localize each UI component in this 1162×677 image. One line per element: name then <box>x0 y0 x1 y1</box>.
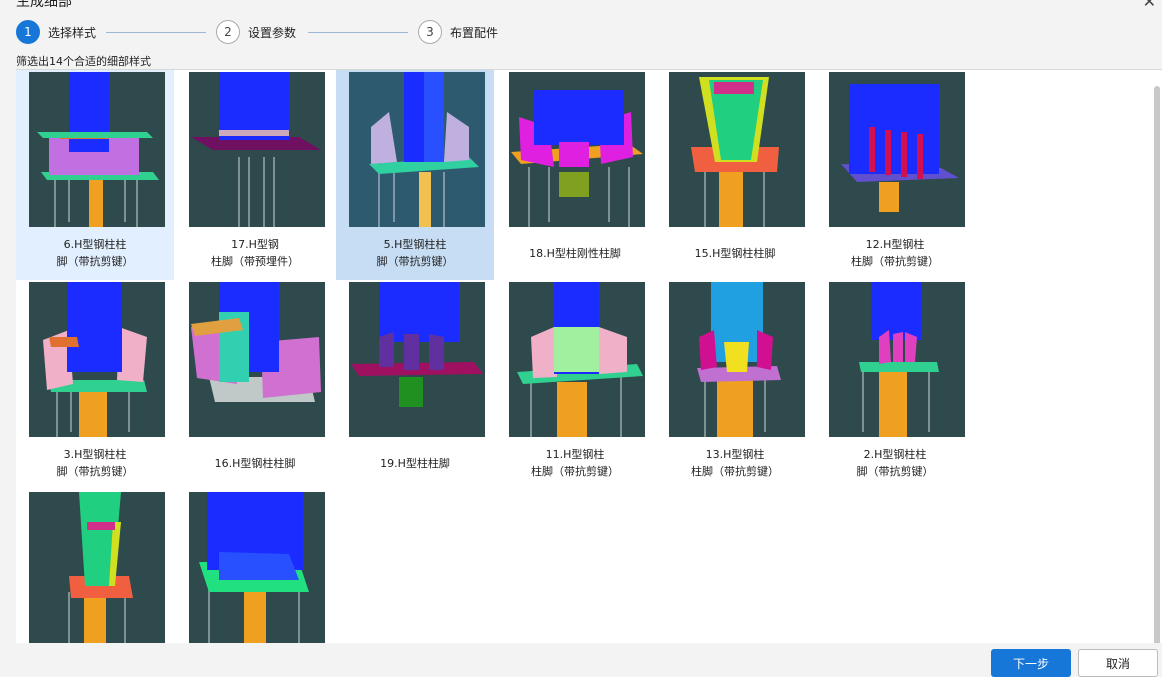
style-card-label: 2.H型钢柱柱 脚（带抗剪键） <box>856 448 934 478</box>
filter-result-text: 筛选出14个合适的细部样式 <box>16 55 151 68</box>
style-card-17[interactable]: 17.H型钢 柱脚（带预埋件） <box>176 70 334 280</box>
window-title: 生成细部 <box>16 0 72 10</box>
style-card-label: 13.H型钢柱 柱脚（带抗剪键） <box>691 448 779 478</box>
style-card-16[interactable]: 16.H型钢柱柱脚 <box>176 280 334 490</box>
column-base-inclined-thumbnail <box>29 492 165 643</box>
column-base-16-thumbnail <box>189 282 325 437</box>
column-base-12-thumbnail <box>829 72 965 227</box>
style-card-15[interactable]: 15.H型钢柱柱脚 <box>656 70 814 280</box>
column-base-19-thumbnail <box>349 282 485 437</box>
style-card-6[interactable]: 6.H型钢柱柱 脚（带抗剪键） <box>16 70 174 280</box>
column-base-2-thumbnail <box>829 282 965 437</box>
close-icon[interactable]: ✕ <box>1143 0 1156 11</box>
style-card-label: 5.H型钢柱柱 脚（带抗剪键） <box>376 238 454 268</box>
step-connector <box>106 32 206 33</box>
style-card-3[interactable]: 3.H型钢柱柱 脚（带抗剪键） <box>16 280 174 490</box>
column-base-18-thumbnail <box>509 72 645 227</box>
style-card-inclined[interactable] <box>16 490 174 643</box>
style-card-18[interactable]: 18.H型柱刚性柱脚 <box>496 70 654 280</box>
style-card-5[interactable]: 5.H型钢柱柱 脚（带抗剪键） <box>336 70 494 280</box>
style-card-12[interactable]: 12.H型钢柱 柱脚（带抗剪键） <box>816 70 974 280</box>
step-1-number: 1 <box>16 20 40 44</box>
step-2-label: 设置参数 <box>248 25 297 40</box>
style-gallery: 6.H型钢柱柱 脚（带抗剪键） 17.H型钢 柱脚（带预埋件） 5.H型钢柱柱 … <box>16 69 1162 643</box>
column-base-6-thumbnail <box>29 72 165 227</box>
style-card-2[interactable]: 2.H型钢柱柱 脚（带抗剪键） <box>816 280 974 490</box>
style-card-13[interactable]: 13.H型钢柱 柱脚（带抗剪键） <box>656 280 814 490</box>
style-card-label: 6.H型钢柱柱 脚（带抗剪键） <box>56 238 134 268</box>
step-3: 3 布置配件 <box>418 20 498 44</box>
style-card-label: 18.H型柱刚性柱脚 <box>529 246 621 260</box>
step-3-label: 布置配件 <box>450 25 499 40</box>
column-base-17-thumbnail <box>189 72 325 227</box>
column-base-stiffened-thumbnail <box>189 492 325 643</box>
step-2: 2 设置参数 <box>216 20 296 44</box>
style-card-19[interactable]: 19.H型柱柱脚 <box>336 280 494 490</box>
column-base-11-thumbnail <box>509 282 645 437</box>
step-2-number: 2 <box>216 20 240 44</box>
step-indicator: 1 选择样式 2 设置参数 3 布置配件 <box>16 20 576 46</box>
column-base-5-thumbnail <box>349 72 485 227</box>
style-card-label: 19.H型柱柱脚 <box>380 456 450 470</box>
step-3-number: 3 <box>418 20 442 44</box>
cancel-button[interactable]: 取消 <box>1078 649 1158 677</box>
step-1-label: 选择样式 <box>48 25 97 40</box>
style-card-label: 11.H型钢柱 柱脚（带抗剪键） <box>531 448 619 478</box>
title-bar: 生成细部 ✕ <box>0 0 1162 14</box>
column-base-15-thumbnail <box>669 72 805 227</box>
vertical-scrollbar[interactable] <box>1154 86 1160 643</box>
style-card-label: 12.H型钢柱 柱脚（带抗剪键） <box>851 238 939 268</box>
style-card-label: 16.H型钢柱柱脚 <box>214 456 296 470</box>
step-connector <box>308 32 408 33</box>
dialog-footer: 下一步 取消 <box>0 642 1162 677</box>
style-card-label: 3.H型钢柱柱 脚（带抗剪键） <box>56 448 134 478</box>
style-card-11[interactable]: 11.H型钢柱 柱脚（带抗剪键） <box>496 280 654 490</box>
column-base-13-thumbnail <box>669 282 805 437</box>
next-step-button[interactable]: 下一步 <box>991 649 1071 677</box>
column-base-3-thumbnail <box>29 282 165 437</box>
style-card-stiffened[interactable] <box>176 490 334 643</box>
style-card-label: 17.H型钢 柱脚（带预埋件） <box>211 238 299 268</box>
step-1: 1 选择样式 <box>16 20 96 44</box>
style-card-label: 15.H型钢柱柱脚 <box>694 246 776 260</box>
